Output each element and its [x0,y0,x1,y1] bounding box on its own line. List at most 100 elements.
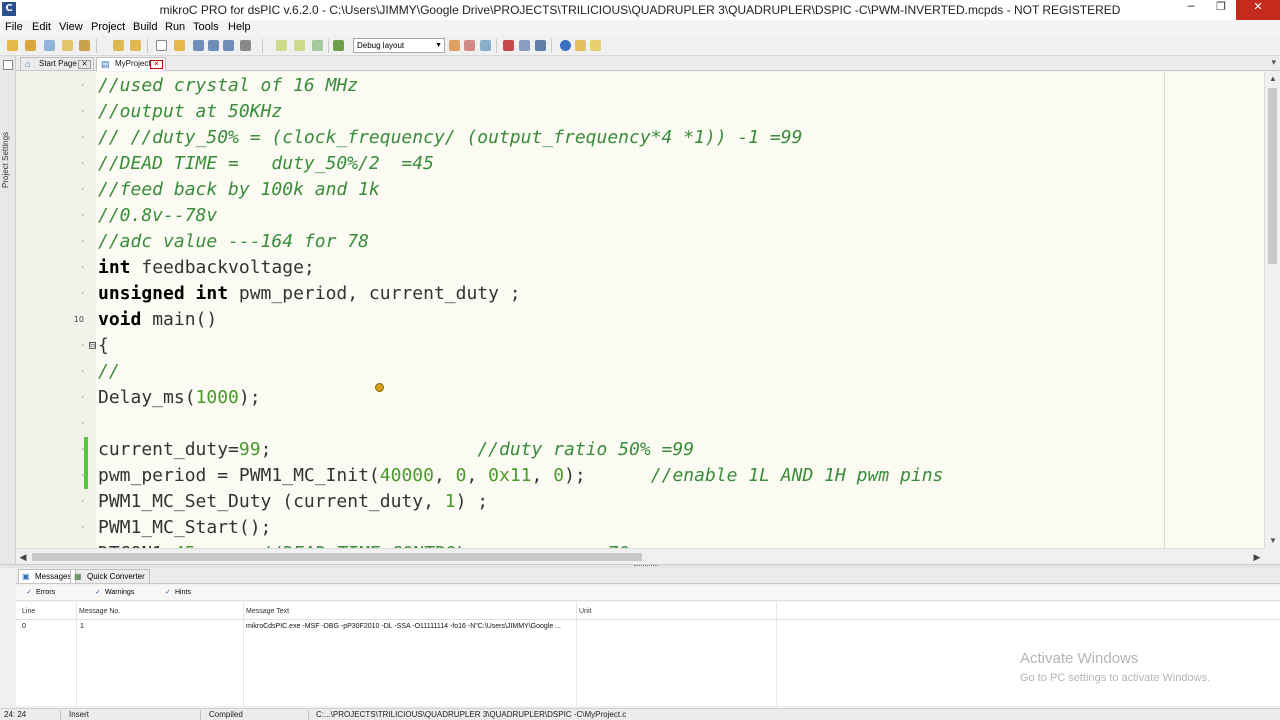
code-text: PWM1_MC_Start(); [98,517,272,538]
code-line[interactable]: current_duty=99; //duty ratio 50% =99 [98,437,694,463]
open-file-icon[interactable] [174,40,185,51]
line-number: · [81,81,84,90]
listing-icon[interactable] [535,40,546,51]
code-line[interactable]: //0.8v--78v [98,203,217,229]
pin-icon[interactable] [3,60,13,70]
code-line[interactable]: //DEAD TIME = duty_50%/2 =45 [98,151,434,177]
code-line[interactable]: DTCON1=45; //DEAD TIME CONTROL ... =70 [98,541,629,548]
open-folder-icon[interactable] [113,40,124,51]
code-comment: //used crystal of 16 MHz [98,75,359,96]
print-icon[interactable] [240,40,251,51]
scroll-up-icon[interactable]: ▲ [1265,72,1280,86]
layout-select[interactable]: Debug layout ▼ [353,38,445,53]
code-line[interactable]: void main() [98,307,217,333]
hints-checkbox[interactable]: ✓ Hints [165,588,191,598]
title-bar: C mikroC PRO for dsPIC v.6.2.0 - C:\User… [0,0,1280,20]
code-line[interactable]: unsigned int pwm_period, current_duty ; [98,281,521,307]
tab-messages[interactable]: ▣ Messages [18,569,77,583]
code-line[interactable]: // //duty_50% = (clock_frequency/ (outpu… [98,125,802,151]
fold-toggle-icon[interactable]: ⊟ [89,342,96,349]
code-line[interactable]: //adc value ---164 for 78 [98,229,369,255]
menu-help[interactable]: Help [228,21,251,33]
new-project-icon[interactable] [7,40,18,51]
code-text: ); [238,387,261,408]
find-icon[interactable] [312,40,323,51]
tips-icon[interactable] [590,40,601,51]
redo-icon[interactable] [294,40,305,51]
column-header-line[interactable]: Line [22,608,35,615]
scroll-thumb[interactable] [32,553,642,561]
code-number: 0 [553,465,565,486]
code-line[interactable]: PWM1_MC_Start(); [98,515,271,541]
statistics-icon[interactable] [519,40,530,51]
menu-file[interactable]: File [5,21,23,33]
help-icon[interactable] [560,40,571,51]
open-project-icon[interactable] [25,40,36,51]
menu-view[interactable]: View [59,21,83,33]
code-text: , [466,465,489,486]
close-project-icon[interactable] [62,40,73,51]
debugger-icon[interactable] [503,40,514,51]
save-as-icon[interactable] [208,40,219,51]
menu-edit[interactable]: Edit [32,21,51,33]
delete-layout-icon[interactable] [464,40,475,51]
code-number: 1000 [195,387,239,408]
code-line[interactable]: pwm_period = PWM1_MC_Init(40000, 0, 0x11… [98,463,943,489]
toolbar-separator [551,39,552,53]
table-cell[interactable]: mikroCdsPIC.exe -MSF -DBG -pP30F2010 -DL… [246,623,561,630]
scroll-right-icon[interactable]: ▶ [1250,549,1264,565]
save-file-icon[interactable] [193,40,204,51]
project-settings-icon[interactable] [79,40,90,51]
new-file-icon[interactable] [156,40,167,51]
tab-start-page[interactable]: ⌂ Start Page ✕ [20,57,94,71]
column-header-message-no[interactable]: Message No. [79,608,120,615]
save-project-icon[interactable] [44,40,55,51]
column-header-unit[interactable]: Unit [579,608,591,615]
filter-label: Warnings [105,589,135,596]
tab-myproject[interactable]: ▤ MyProject.c ✕ [96,57,166,71]
project-settings-tab[interactable]: Project Settings [1,128,15,188]
save-all-icon[interactable] [223,40,234,51]
code-line[interactable]: //output at 50KHz [98,99,282,125]
window-layout-icon[interactable] [480,40,491,51]
code-text: ) ; [455,491,489,512]
code-text: ; [260,439,478,460]
code-line[interactable]: //feed back by 100k and 1k [98,177,380,203]
tab-quick-converter[interactable]: ▦ Quick Converter [70,569,150,583]
code-editor[interactable]: ·········10·⊟········ //used crystal of … [16,72,1264,548]
minimize-button[interactable]: ─ [1176,0,1206,20]
code-line[interactable]: PWM1_MC_Set_Duty (current_duty, 1) ; [98,489,488,515]
tab-close-icon[interactable]: ✕ [78,60,91,69]
build-icon[interactable] [333,40,344,51]
undo-icon[interactable] [276,40,287,51]
warnings-checkbox[interactable]: ✓ Warnings [95,588,134,598]
errors-checkbox[interactable]: ✓ Errors [26,588,55,598]
about-icon[interactable] [575,40,586,51]
scroll-down-icon[interactable]: ▼ [1265,534,1280,548]
tab-close-icon[interactable]: ✕ [150,60,163,69]
code-line[interactable]: Delay_ms(1000); [98,385,261,411]
close-button[interactable]: ✕ [1236,0,1280,20]
tab-list-icon[interactable]: ▾ [1271,57,1276,68]
menu-project[interactable]: Project [91,21,125,33]
column-header-message-text[interactable]: Message Text [246,608,289,615]
maximize-button[interactable]: ❐ [1206,0,1236,20]
menu-tools[interactable]: Tools [193,21,219,33]
scroll-left-icon[interactable]: ◀ [16,549,30,565]
menu-run[interactable]: Run [165,21,185,33]
menu-build[interactable]: Build [133,21,157,33]
code-line[interactable]: { [98,333,109,359]
code-line[interactable]: // [98,359,120,385]
editor-horizontal-scrollbar[interactable]: ◀ ▶ [16,548,1264,564]
save-layout-icon[interactable] [449,40,460,51]
code-text: current_duty= [98,439,239,460]
code-line[interactable]: int feedbackvoltage; [98,255,315,281]
status-separator [200,710,201,720]
code-line[interactable]: //used crystal of 16 MHz [98,73,358,99]
table-cell[interactable]: 1 [80,623,84,630]
table-cell[interactable]: 0 [22,623,26,630]
editor-vertical-scrollbar[interactable]: ▲ ▼ [1264,72,1280,548]
code-number: 1 [444,491,456,512]
recent-folder-icon[interactable] [130,40,141,51]
scroll-thumb[interactable] [1268,88,1277,264]
